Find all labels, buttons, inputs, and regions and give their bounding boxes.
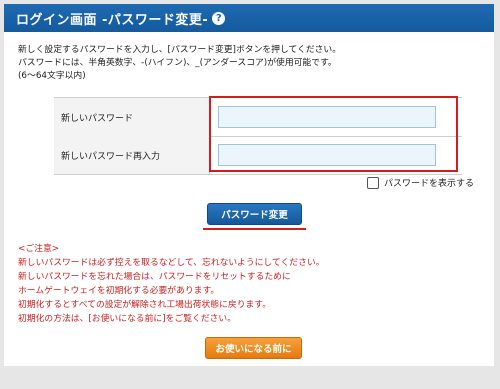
help-icon[interactable]: ? — [212, 12, 226, 25]
confirm-password-input[interactable] — [218, 144, 436, 166]
page-title: ログイン画面 -パスワード変更- — [16, 12, 209, 28]
notice-title: <ご注意> — [18, 244, 60, 254]
main-panel: ログイン画面 -パスワード変更- ? 新しく設定するパスワードを入力し、[パスワ… — [4, 4, 494, 366]
notice-line: ホームゲートウェイを初期化する必要があります。 — [18, 286, 220, 296]
show-password-checkbox[interactable] — [367, 176, 379, 189]
notice-line: 新しいパスワードは必ず控えを取るなどして、忘れないようにしてください。 — [18, 258, 325, 268]
instruction-line: パスワードには、半角英数字、-(ハイフン)、_(アンダースコア)が使用可能です。 — [18, 58, 337, 68]
confirm-password-label: 新しいパスワード再入力 — [54, 136, 210, 174]
show-password-label: パスワードを表示する — [384, 179, 475, 189]
before-use-button[interactable]: お使いになる前に — [205, 337, 302, 359]
new-password-input[interactable] — [218, 106, 436, 128]
notice-line: 新しいパスワードを忘れた場合は、パスワードをリセットするために — [18, 272, 291, 282]
new-password-label: 新しいパスワード — [54, 98, 210, 136]
page-header: ログイン画面 -パスワード変更- ? — [4, 4, 494, 32]
change-password-button[interactable]: パスワード変更 — [207, 203, 302, 225]
instruction-line: (6～64文字以内) — [18, 71, 86, 81]
instructions: 新しく設定するパスワードを入力し、[パスワード変更]ボタンを押してください。 パ… — [18, 44, 488, 83]
show-password-toggle[interactable]: パスワードを表示する — [367, 176, 474, 189]
notice-line: 初期化の方法は、[お使いになる前に]をご覧ください。 — [18, 314, 236, 324]
notice-line: 初期化するとすべての設定が解除され工場出荷状態に戻ります。 — [18, 300, 271, 310]
instruction-line: 新しく設定するパスワードを入力し、[パスワード変更]ボタンを押してください。 — [18, 45, 342, 55]
button-underline-mark — [203, 228, 306, 230]
notice-block: <ご注意> 新しいパスワードは必ず控えを取るなどして、忘れないようにしてください… — [18, 242, 488, 326]
